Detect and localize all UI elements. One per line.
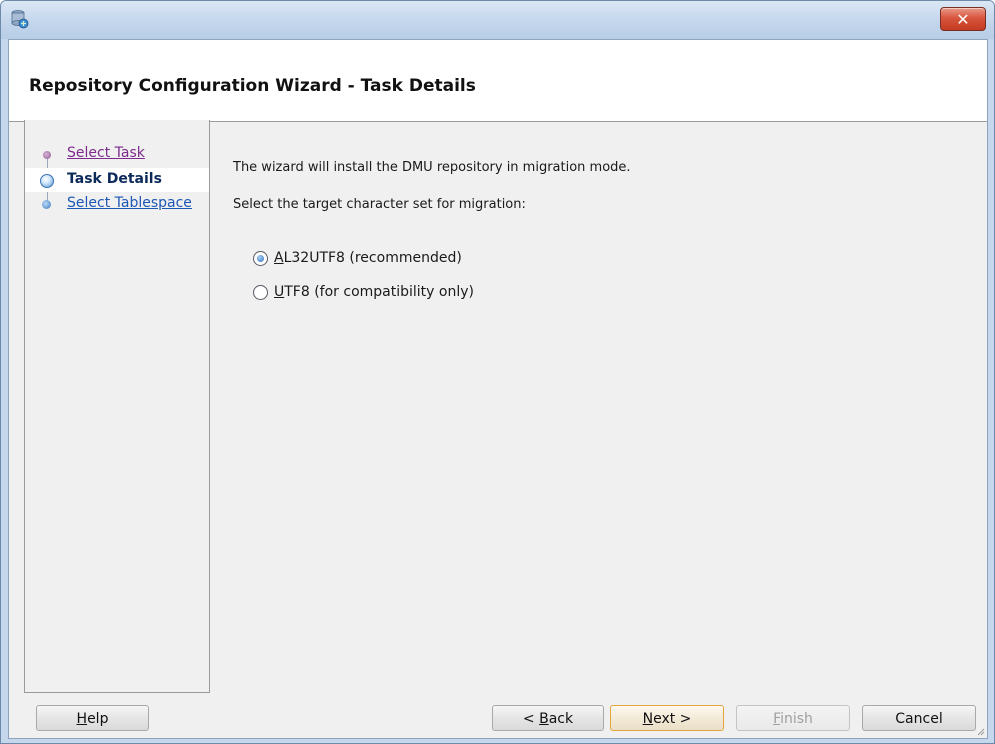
resize-grip-icon[interactable] — [975, 726, 985, 736]
step-label[interactable]: Select Tablespace — [67, 195, 192, 211]
step-select-tablespace[interactable]: Select Tablespace — [25, 192, 209, 216]
step-select-task[interactable]: Select Task — [25, 142, 209, 166]
step-label: Task Details — [67, 171, 162, 187]
wizard-step-navigator: Select Task Task Details Select Tablespa… — [24, 120, 210, 693]
page-title: Repository Configuration Wizard - Task D… — [29, 76, 476, 96]
radio-al32utf8[interactable]: AL32UTF8 (recommended) — [253, 250, 462, 266]
back-button[interactable]: < Back — [492, 705, 604, 731]
wizard-content: The wizard will install the DMU reposito… — [233, 120, 973, 680]
radio-utf8[interactable]: UTF8 (for compatibility only) — [253, 284, 474, 300]
close-button[interactable]: ✕ — [940, 7, 986, 31]
step-label[interactable]: Select Task — [67, 145, 145, 161]
radio-label: AL32UTF8 (recommended) — [274, 250, 462, 266]
step-visited-icon — [43, 151, 51, 159]
intro-text: The wizard will install the DMU reposito… — [233, 160, 631, 175]
radio-label: UTF8 (for compatibility only) — [274, 284, 474, 300]
step-task-details[interactable]: Task Details — [25, 168, 209, 192]
cancel-button[interactable]: Cancel — [862, 705, 976, 731]
charset-prompt: Select the target character set for migr… — [233, 197, 526, 212]
wizard-window: ✕ Repository Configuration Wizard - Task… — [0, 0, 995, 744]
next-button[interactable]: Next > — [610, 705, 724, 731]
step-pending-icon — [42, 200, 51, 209]
title-bar[interactable]: ✕ — [1, 1, 994, 39]
database-wizard-icon — [11, 10, 29, 29]
step-current-icon — [40, 174, 54, 188]
radio-button[interactable] — [253, 284, 268, 300]
wizard-client-area: Repository Configuration Wizard - Task D… — [8, 39, 988, 739]
wizard-header: Repository Configuration Wizard - Task D… — [9, 40, 987, 122]
finish-button: Finish — [736, 705, 850, 731]
radio-button-checked[interactable] — [253, 250, 268, 266]
help-button[interactable]: Help — [36, 705, 149, 731]
